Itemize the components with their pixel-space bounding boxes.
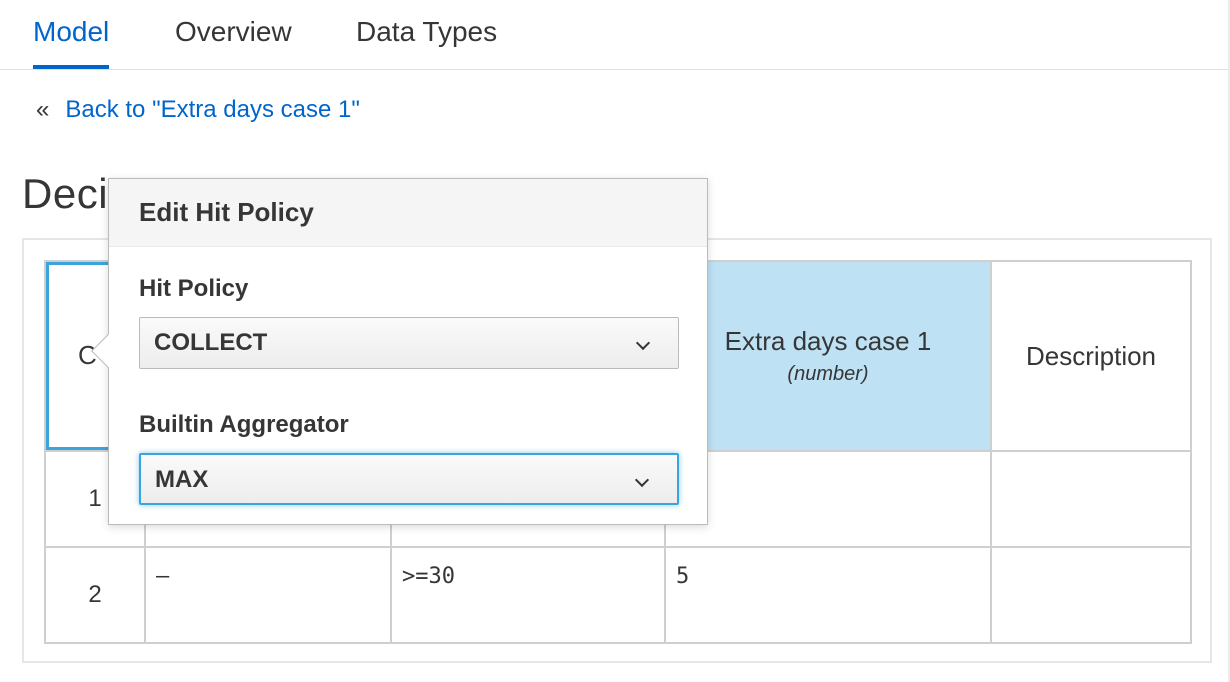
chevron-down-icon	[635, 335, 651, 351]
popover-title: Edit Hit Policy	[109, 179, 707, 247]
description-column-header[interactable]: Description	[990, 260, 1192, 452]
chevron-down-icon	[634, 472, 650, 488]
hit-policy-label: Hit Policy	[139, 275, 249, 302]
table-cell[interactable]	[990, 450, 1192, 548]
tab-model[interactable]: Model	[33, 16, 110, 69]
output-column-header[interactable]: Extra days case 1 (number)	[664, 260, 992, 452]
double-chevron-left-icon: «	[36, 96, 50, 123]
tab-overview[interactable]: Overview	[175, 16, 292, 69]
output-column-name: Extra days case 1	[724, 326, 932, 356]
hit-policy-select[interactable]: COLLECT	[139, 317, 679, 369]
row-number: 2	[44, 546, 146, 644]
builtin-aggregator-select[interactable]: MAX	[139, 453, 679, 505]
hit-policy-value: COLLECT	[154, 329, 268, 356]
builtin-aggregator-value: MAX	[155, 466, 209, 493]
table-cell[interactable]: –	[144, 546, 392, 644]
page-title: Deci	[22, 170, 109, 217]
table-cell[interactable]: >=30	[390, 546, 666, 644]
breadcrumb: « Back to "Extra days case 1"	[36, 96, 360, 124]
table-row: 2 – >=30 5	[44, 546, 1192, 644]
tab-bar: Model Overview Data Types	[0, 0, 1230, 70]
table-cell[interactable]	[990, 546, 1192, 644]
builtin-aggregator-label: Builtin Aggregator	[139, 411, 349, 438]
output-column-type: (number)	[787, 363, 869, 385]
back-link[interactable]: Back to "Extra days case 1"	[65, 96, 360, 124]
tab-data-types[interactable]: Data Types	[356, 16, 497, 69]
table-cell[interactable]: 5	[664, 546, 992, 644]
table-cell[interactable]	[664, 450, 992, 548]
edit-hit-policy-popover: Edit Hit Policy Hit Policy COLLECT Built…	[91, 178, 708, 525]
hit-policy-abbrev: C	[78, 340, 97, 370]
